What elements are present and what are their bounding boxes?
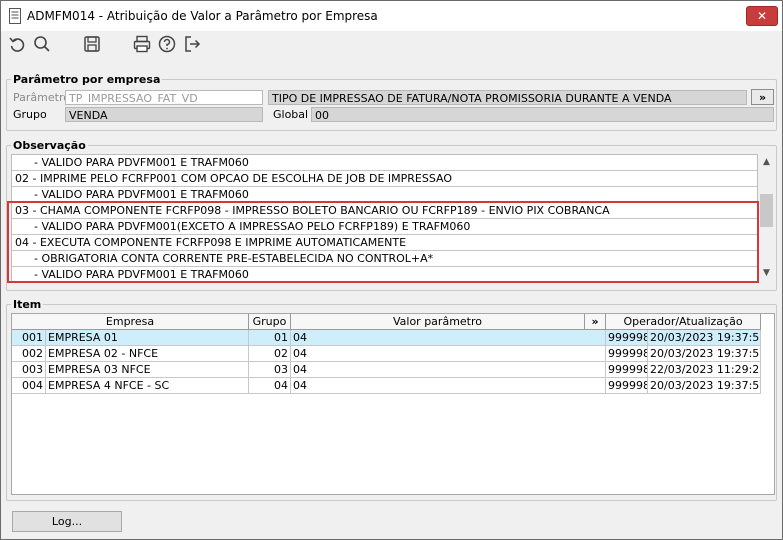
cell-data: 20/03/2023 19:37:57 (648, 378, 761, 394)
window-title: ADMFM014 - Atribuição de Valor a Parâmet… (27, 9, 378, 23)
header-valor[interactable]: Valor parâmetro (291, 314, 585, 330)
grupo-label: Grupo (13, 108, 47, 121)
close-button[interactable]: ✕ (746, 6, 778, 26)
highlight-box (7, 201, 759, 283)
global-label: Global (273, 108, 309, 121)
cell-data: 22/03/2023 11:29:21 (648, 362, 761, 378)
cell-codigo: 003 (12, 362, 46, 378)
param-group-legend: Parâmetro por empresa (11, 73, 163, 86)
observacao-scrollbar[interactable]: ▲ ▼ (759, 154, 774, 282)
cell-grupo: 04 (249, 378, 291, 394)
list-item: - VALIDO PARA PDVFM001 E TRAFM060 (12, 155, 757, 171)
cell-grupo: 03 (249, 362, 291, 378)
cell-empresa[interactable]: EMPRESA 03 NFCE (46, 362, 249, 378)
scroll-up-icon[interactable]: ▲ (761, 157, 772, 167)
param-group (6, 79, 777, 131)
observacao-legend: Observação (11, 139, 88, 152)
undo-icon[interactable] (7, 34, 27, 54)
cell-valor[interactable]: 04 (291, 330, 606, 346)
cell-data: 20/03/2023 19:37:57 (648, 346, 761, 362)
title-bar: ADMFM014 - Atribuição de Valor a Parâmet… (1, 1, 782, 31)
header-operador[interactable]: Operador/Atualização (606, 314, 761, 330)
grupo-field: VENDA (65, 107, 263, 122)
save-icon[interactable] (82, 34, 102, 54)
cell-empresa[interactable]: EMPRESA 02 - NFCE (46, 346, 249, 362)
cell-operador: 999998 (606, 330, 648, 346)
cell-operador: 999998 (606, 346, 648, 362)
scrollbar-thumb[interactable] (760, 194, 773, 227)
item-table: Empresa Grupo Valor parâmetro » Operador… (11, 313, 775, 495)
log-button[interactable]: Log... (12, 511, 122, 532)
toolbar (1, 31, 782, 59)
cell-valor[interactable]: 04 (291, 378, 606, 394)
cell-empresa[interactable]: EMPRESA 01 (46, 330, 249, 346)
header-empresa[interactable]: Empresa (12, 314, 249, 330)
print-icon[interactable] (132, 34, 152, 54)
scroll-down-icon[interactable]: ▼ (761, 268, 772, 278)
header-expand-button[interactable]: » (585, 314, 606, 330)
cell-empresa[interactable]: EMPRESA 4 NFCE - SC (46, 378, 249, 394)
header-grupo[interactable]: Grupo (249, 314, 291, 330)
cell-valor[interactable]: 04 (291, 362, 606, 378)
parametro-label: Parâmetro (13, 91, 70, 104)
search-icon[interactable] (32, 34, 52, 54)
help-icon[interactable] (157, 34, 177, 54)
item-legend: Item (11, 298, 44, 311)
cell-codigo: 004 (12, 378, 46, 394)
cell-operador: 999998 (606, 378, 648, 394)
expand-param-button[interactable]: » (751, 89, 774, 105)
cell-grupo: 01 (249, 330, 291, 346)
descricao-field: TIPO DE IMPRESSAO DE FATURA/NOTA PROMISS… (268, 90, 747, 105)
cell-grupo: 02 (249, 346, 291, 362)
cell-codigo: 001 (12, 330, 46, 346)
cell-operador: 999998 (606, 362, 648, 378)
cell-codigo: 002 (12, 346, 46, 362)
exit-icon[interactable] (182, 34, 202, 54)
app-window: ADMFM014 - Atribuição de Valor a Parâmet… (0, 0, 783, 540)
document-icon (9, 8, 21, 24)
cell-data: 20/03/2023 19:37:57 (648, 330, 761, 346)
parametro-field[interactable]: TP_IMPRESSAO_FAT_VD (65, 90, 263, 105)
list-item: 02 - IMPRIME PELO FCRFP001 COM OPCAO DE … (12, 171, 757, 187)
cell-valor[interactable]: 04 (291, 346, 606, 362)
global-field: 00 (311, 107, 774, 122)
